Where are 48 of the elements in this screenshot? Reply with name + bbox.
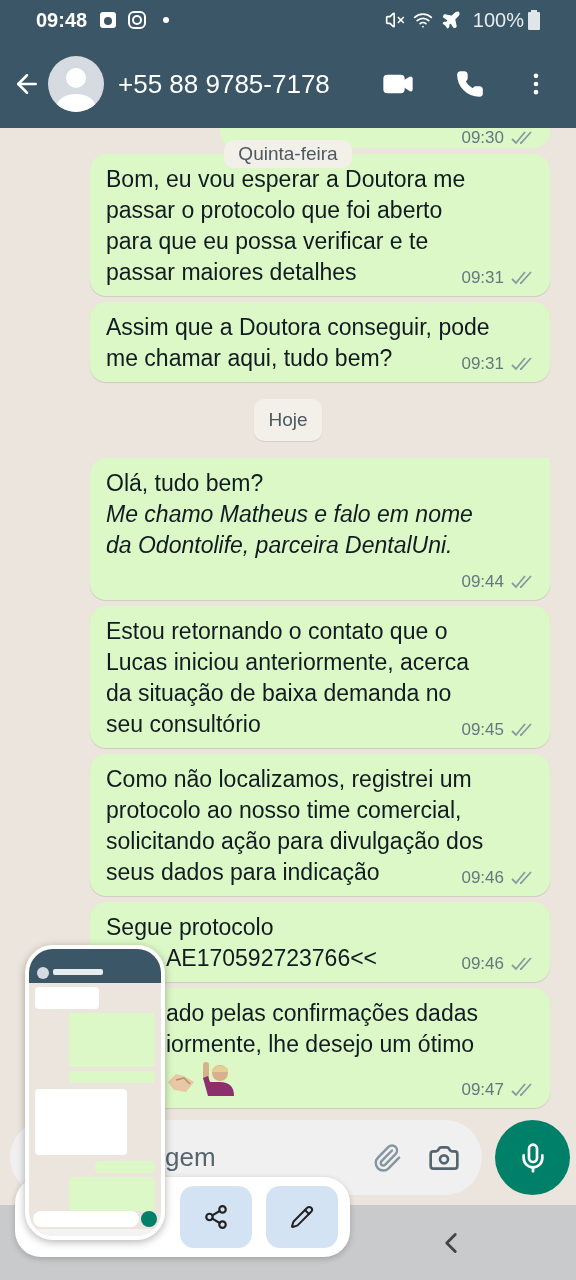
message-text: Como não localizamos, registrei um <box>106 766 472 792</box>
instagram-icon <box>127 10 148 30</box>
message-text: Assim que a Doutora conseguir, pode <box>106 314 490 340</box>
message-text: protocolo ao nosso time comercial, <box>106 797 462 823</box>
date-chip: Quinta-feira <box>224 140 352 168</box>
message-text: passar o protocolo que foi aberto <box>106 197 443 223</box>
message-text: da situação de baixa demanda no <box>106 680 452 706</box>
message-text: solicitando ação para divulgação dos <box>106 828 484 854</box>
message-text: ado pelas confirmações dadas <box>166 1000 478 1026</box>
message-time: 09:46 <box>461 868 504 888</box>
share-icon[interactable] <box>203 1204 229 1230</box>
message-text: passar maiores detalhes <box>106 259 357 285</box>
message-text: Me chamo Matheus e falo em nome <box>106 501 473 527</box>
pencil-icon[interactable] <box>290 1205 314 1229</box>
avatar-icon[interactable] <box>48 56 104 112</box>
message-time: 09:46 <box>461 954 504 974</box>
message-text: Segue protocolo <box>106 914 274 940</box>
message-text: para que eu possa verificar e te <box>106 228 429 254</box>
gallery-icon <box>99 11 118 29</box>
message-text: Estou retornando o contato que o <box>106 618 448 644</box>
message-text: da Odontolife, parceira DentalUni. <box>106 532 453 558</box>
message-text: seu consultório <box>106 711 261 737</box>
message-time: 09:31 <box>461 354 504 374</box>
wifi-icon <box>412 10 433 30</box>
message-time: 09:31 <box>461 268 504 288</box>
message-time: 09:47 <box>461 1080 504 1100</box>
phone-icon[interactable] <box>456 70 484 98</box>
contact-name[interactable]: +55 88 9785-7178 <box>118 64 330 104</box>
battery-icon <box>528 10 540 30</box>
date-chip: Hoje <box>254 399 322 441</box>
message-text: seus dados para indicação <box>106 859 380 885</box>
message-time: 09:44 <box>461 572 504 592</box>
message-text: AE170592723766<< <box>166 945 378 971</box>
message-text: Lucas iniciou anteriormente, acerca <box>106 649 470 675</box>
message-text: Bom, eu vou esperar a Doutora me <box>106 166 466 192</box>
message-text: Olá, tudo bem? <box>106 470 264 496</box>
share-button[interactable] <box>180 1186 252 1248</box>
message-text: me chamar aqui, tudo bem? <box>106 345 393 371</box>
message-time: 09:45 <box>461 720 504 740</box>
edit-button[interactable] <box>266 1186 338 1248</box>
message-text: iormente, lhe desejo um ótimo <box>166 1031 475 1057</box>
attach-icon[interactable] <box>372 1142 402 1173</box>
person-raising-hand-icon <box>200 1060 236 1096</box>
mute-icon <box>384 10 405 30</box>
battery-percent: 100% <box>472 8 524 33</box>
status-time: 09:48 <box>36 8 88 33</box>
message-time: 09:30 <box>461 128 504 148</box>
airplane-icon <box>440 10 461 30</box>
